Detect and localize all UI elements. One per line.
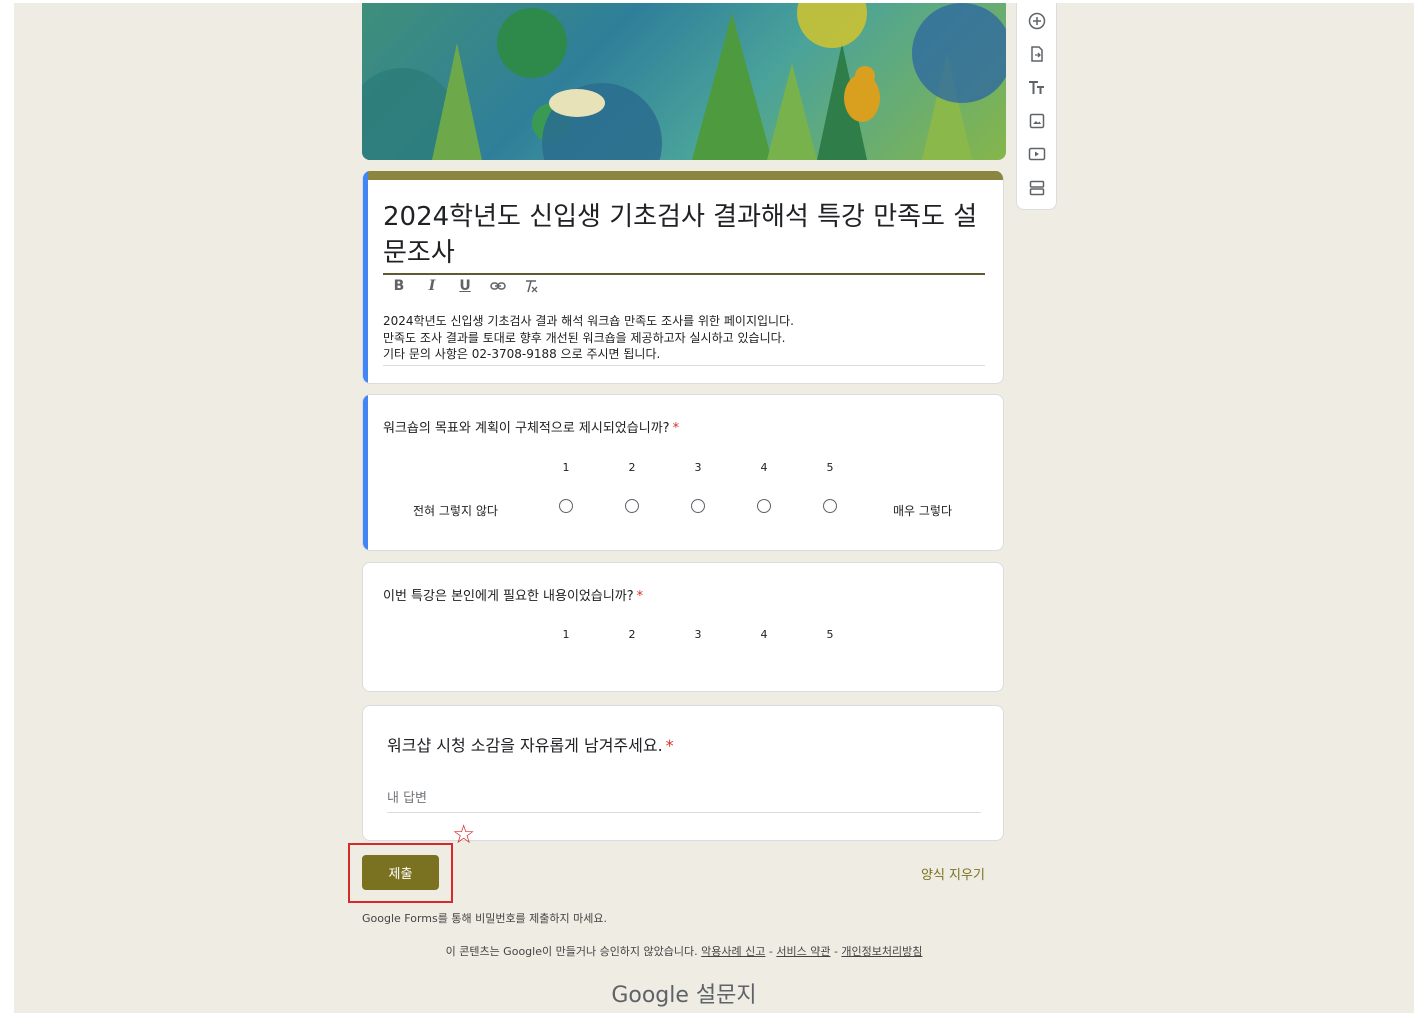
clear-formatting-icon[interactable]	[523, 278, 539, 294]
text-format-toolbar: B I U	[391, 278, 539, 294]
description-line: 2024학년도 신입생 기초검사 결과 해석 워크숍 만족도 조사를 위한 페이…	[383, 314, 794, 328]
scale-number: 2	[628, 628, 636, 641]
form-editor-toolbar	[1016, 3, 1057, 210]
add-title-icon[interactable]	[1028, 79, 1046, 97]
form-description-input[interactable]: 2024학년도 신입생 기초검사 결과 해석 워크숍 만족도 조사를 위한 페이…	[383, 313, 985, 366]
product-wordmark: 설문지	[695, 983, 757, 1008]
header-banner-image	[362, 3, 1006, 160]
import-questions-icon[interactable]	[1028, 45, 1046, 63]
italic-icon[interactable]: I	[424, 278, 440, 294]
question-title: 이번 특강은 본인에게 필요한 내용이었습니까? *	[383, 585, 643, 604]
question-card-1[interactable]: 워크숍의 목표와 계획이 구체적으로 제시되었습니까? * 1 2 3 4 5 전…	[362, 394, 1004, 551]
footer-text: 이 콘텐츠는 Google이 만들거나 승인하지 않았습니다.	[445, 945, 698, 958]
bold-icon[interactable]: B	[391, 278, 407, 294]
question-text: 워크숍의 목표와 계획이 구체적으로 제시되었습니까?	[383, 421, 670, 436]
scale-number: 3	[694, 628, 702, 641]
question-title: 워크숍의 목표와 계획이 구체적으로 제시되었습니까? *	[383, 417, 679, 436]
add-question-icon[interactable]	[1028, 12, 1046, 30]
scale-number: 5	[826, 461, 834, 474]
question-title: 워크샵 시청 소감을 자유롭게 남겨주세요. *	[387, 732, 674, 756]
question-card-2[interactable]: 이번 특강은 본인에게 필요한 내용이었습니까? * 1 2 3 4 5	[362, 562, 1004, 692]
scale-high-label: 매우 그렇다	[893, 504, 953, 518]
scale-number: 5	[826, 628, 834, 641]
scale-radio-5[interactable]	[823, 499, 837, 513]
footer-disclaimer: 이 콘텐츠는 Google이 만들거나 승인하지 않았습니다. 악용사례 신고 …	[445, 945, 923, 958]
active-card-indicator	[363, 171, 368, 383]
question-text: 이번 특강은 본인에게 필요한 내용이었습니까?	[383, 589, 634, 604]
question-text: 워크샵 시청 소감을 자유롭게 남겨주세요.	[387, 736, 663, 755]
form-title-input[interactable]: 2024학년도 신입생 기초검사 결과해석 특강 만족도 설문조사	[383, 199, 985, 275]
required-asterisk: *	[636, 589, 644, 604]
google-wordmark: Google	[611, 983, 689, 1008]
star-marker-icon: ☆	[452, 820, 476, 850]
add-video-icon[interactable]	[1028, 145, 1046, 163]
submit-button[interactable]: 제출	[362, 855, 439, 890]
scale-number: 4	[760, 628, 768, 641]
form-title-card: 2024학년도 신입생 기초검사 결과해석 특강 만족도 설문조사 B I U …	[362, 171, 1004, 384]
scale-radio-3[interactable]	[691, 499, 705, 513]
scale-number: 4	[760, 461, 768, 474]
report-abuse-link[interactable]: 악용사례 신고	[701, 945, 765, 958]
password-warning: Google Forms를 통해 비밀번호를 제출하지 마세요.	[362, 912, 608, 925]
add-section-icon[interactable]	[1028, 179, 1046, 197]
google-forms-logo[interactable]: Google 설문지	[362, 977, 1006, 1009]
link-icon[interactable]	[490, 278, 506, 294]
clear-form-button[interactable]: 양식 지우기	[921, 864, 985, 883]
forest-illustration	[362, 3, 1006, 160]
required-asterisk: *	[665, 736, 674, 755]
scale-radio-1[interactable]	[559, 499, 573, 513]
scale-number: 1	[562, 628, 570, 641]
theme-color-bar	[363, 171, 1003, 180]
scale-number: 2	[628, 461, 636, 474]
scale-radio-4[interactable]	[757, 499, 771, 513]
scale-radio-2[interactable]	[625, 499, 639, 513]
description-line: 기타 문의 사항은 02-3708-9188 으로 주시면 됩니다.	[383, 347, 661, 361]
description-line: 만족도 조사 결과를 토대로 향후 개선된 워크숍을 제공하고자 실시하고 있습…	[383, 330, 786, 345]
terms-link[interactable]: 서비스 약관	[776, 945, 830, 958]
required-asterisk: *	[672, 421, 680, 436]
add-image-icon[interactable]	[1028, 112, 1046, 130]
scale-low-label: 전혀 그렇지 않다	[413, 504, 498, 518]
short-answer-input[interactable]: 내 답변	[387, 787, 981, 813]
scale-number: 1	[562, 461, 570, 474]
active-card-indicator	[363, 395, 368, 550]
scale-number: 3	[694, 461, 702, 474]
privacy-link[interactable]: 개인정보처리방침	[841, 945, 922, 958]
underline-icon[interactable]: U	[457, 278, 473, 294]
